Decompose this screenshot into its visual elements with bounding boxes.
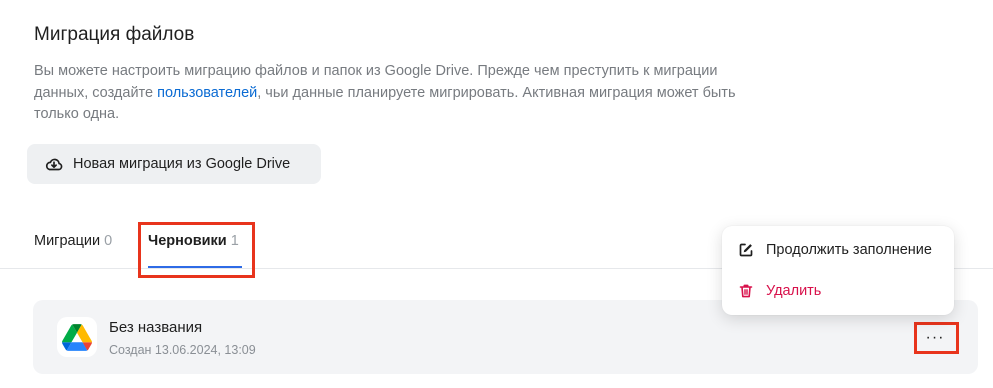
context-menu: Продолжить заполнение Удалить: [722, 226, 954, 315]
tab-migrations[interactable]: Миграции 0: [34, 233, 112, 249]
google-drive-icon: [62, 323, 92, 351]
tab-drafts-count: 1: [230, 233, 239, 249]
users-link[interactable]: пользователей: [157, 85, 257, 101]
cloud-download-icon: [45, 155, 63, 173]
menu-item-continue-label: Продолжить заполнение: [766, 242, 932, 258]
edit-icon: [738, 242, 754, 258]
tab-migrations-count: 0: [104, 233, 113, 249]
tab-migrations-label: Миграции: [34, 233, 101, 249]
draft-title: Без названия: [109, 319, 203, 336]
menu-item-continue[interactable]: Продолжить заполнение: [722, 230, 954, 270]
tab-active-underline: [148, 266, 242, 268]
more-actions-button[interactable]: ···: [917, 326, 953, 350]
more-icon: ···: [925, 329, 945, 346]
app-icon-container: [57, 317, 97, 357]
menu-item-delete[interactable]: Удалить: [722, 271, 954, 311]
page-description: Вы можете настроить миграцию файлов и па…: [34, 61, 754, 126]
tab-drafts-label: Черновики: [148, 233, 227, 249]
menu-item-delete-label: Удалить: [766, 283, 822, 299]
page-title: Миграция файлов: [34, 24, 195, 45]
trash-icon: [738, 283, 754, 299]
new-migration-button[interactable]: Новая миграция из Google Drive: [27, 144, 321, 184]
draft-created-date: Создан 13.06.2024, 13:09: [109, 343, 256, 357]
new-migration-label: Новая миграция из Google Drive: [73, 156, 291, 172]
tab-drafts[interactable]: Черновики 1: [148, 233, 239, 249]
